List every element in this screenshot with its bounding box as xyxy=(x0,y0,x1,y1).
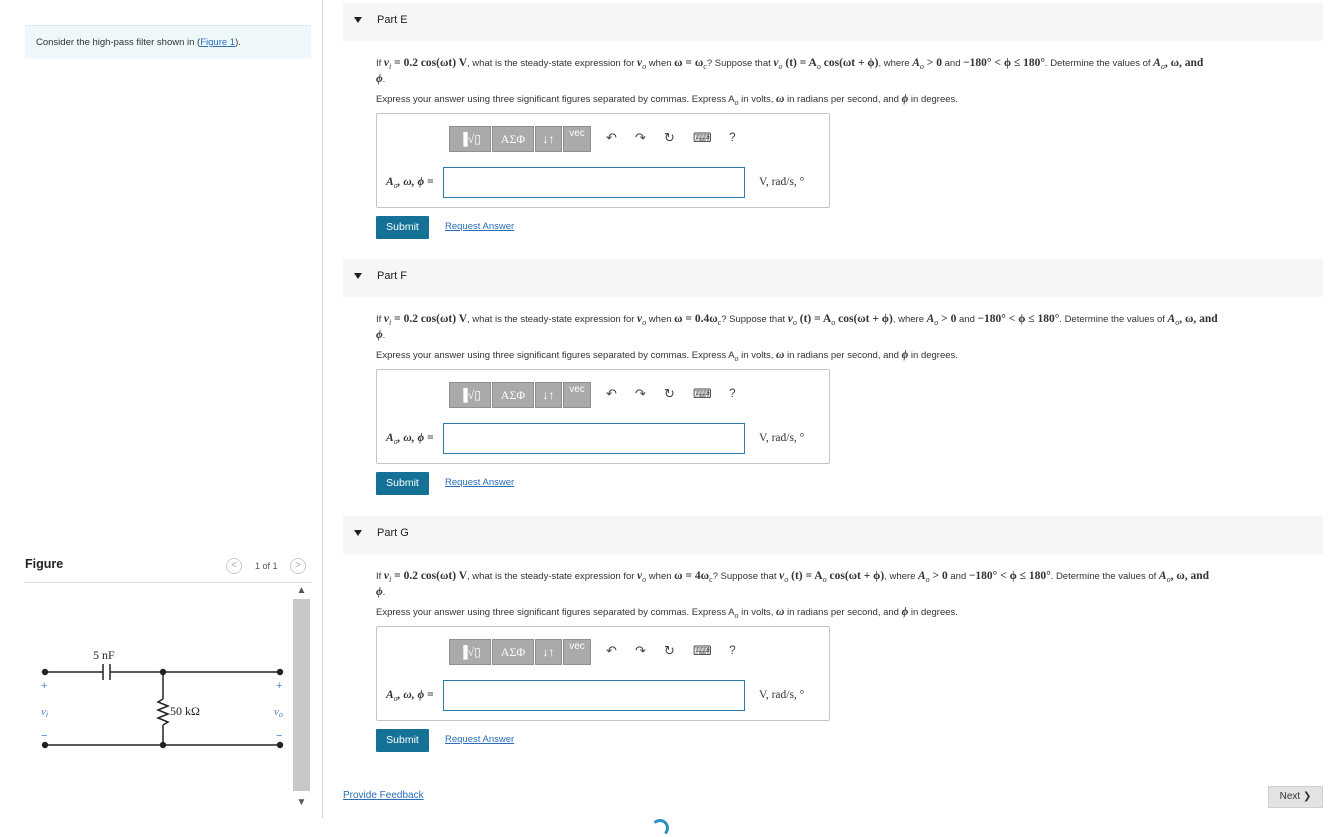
part-title: Part G xyxy=(377,527,409,539)
templates-button[interactable]: ▐√▯ xyxy=(449,382,491,408)
subscript-button[interactable]: ↓↑ xyxy=(535,382,562,408)
vo-label: vo xyxy=(274,706,283,719)
help-icon[interactable]: ? xyxy=(729,643,736,657)
instruction-text: Express your answer using three signific… xyxy=(376,349,958,363)
capacitor-label: 5 nF xyxy=(93,648,115,662)
answer-input[interactable] xyxy=(443,680,745,711)
undo-icon[interactable]: ↶ xyxy=(606,643,617,659)
figure-title: Figure xyxy=(25,557,64,571)
scroll-down-icon[interactable]: ▼ xyxy=(293,795,310,811)
instruction-text: Express your answer using three signific… xyxy=(376,606,958,620)
answer-box: ▐√▯ ΑΣΦ ↓↑ vec ↶ ↷ ↻ ⌨ ? Ao, ω, ϕ = V, r… xyxy=(376,113,830,208)
question-text: If vi = 0.2 cos(ωt) V, what is the stead… xyxy=(376,57,1204,85)
instruction-text: Express your answer using three signific… xyxy=(376,93,958,107)
templates-button[interactable]: ▐√▯ xyxy=(449,639,491,665)
submit-button[interactable]: Submit xyxy=(376,472,429,495)
greek-letters-button[interactable]: ΑΣΦ xyxy=(492,639,534,665)
greek-letters-button[interactable]: ΑΣΦ xyxy=(492,126,534,152)
answer-units: V, rad/s, ° xyxy=(759,689,805,701)
part-header[interactable]: Part G xyxy=(343,516,1323,554)
vector-button[interactable]: vec xyxy=(563,382,591,408)
vo-minus: − xyxy=(276,730,282,742)
next-button[interactable]: Next ❯ xyxy=(1268,786,1323,808)
scrollbar-thumb[interactable] xyxy=(293,599,310,791)
answer-label: Ao, ω, ϕ = xyxy=(386,432,434,447)
part-title: Part F xyxy=(377,270,407,282)
keyboard-icon[interactable]: ⌨ xyxy=(693,643,712,659)
vi-label: vi xyxy=(41,706,48,719)
templates-button[interactable]: ▐√▯ xyxy=(449,126,491,152)
answer-label: Ao, ω, ϕ = xyxy=(386,176,434,191)
figure-header: Figure < 1 of 1 > xyxy=(25,552,311,583)
redo-icon[interactable]: ↷ xyxy=(635,643,646,659)
answer-units: V, rad/s, ° xyxy=(759,432,805,444)
next-figure-icon[interactable]: > xyxy=(290,558,306,574)
column-divider xyxy=(322,0,323,818)
request-answer-link[interactable]: Request Answer xyxy=(445,477,514,488)
intro-text: Consider the high-pass filter shown in ( xyxy=(36,37,201,48)
answer-input[interactable] xyxy=(443,167,745,198)
reset-icon[interactable]: ↻ xyxy=(664,130,675,146)
prev-figure-icon[interactable]: < xyxy=(226,558,242,574)
scroll-up-icon[interactable]: ▲ xyxy=(293,583,310,599)
keyboard-icon[interactable]: ⌨ xyxy=(693,130,712,146)
intro-box: Consider the high-pass filter shown in (… xyxy=(25,25,311,59)
vector-button[interactable]: vec xyxy=(563,639,591,665)
question-text: If vi = 0.2 cos(ωt) V, what is the stead… xyxy=(376,570,1210,598)
reset-icon[interactable]: ↻ xyxy=(664,643,675,659)
undo-icon[interactable]: ↶ xyxy=(606,386,617,402)
circuit-diagram: 5 nF 50 kΩ + vi − + vo − xyxy=(41,648,284,749)
loading-spinner-icon xyxy=(651,819,669,837)
part-header[interactable]: Part E xyxy=(343,3,1323,41)
undo-icon[interactable]: ↶ xyxy=(606,130,617,146)
figure-scrollbar[interactable]: ▲ ▼ xyxy=(293,583,310,813)
question-text: If vi = 0.2 cos(ωt) V, what is the stead… xyxy=(376,313,1218,341)
resistor-label: 50 kΩ xyxy=(170,704,200,718)
answer-box: ▐√▯ ΑΣΦ ↓↑ vec ↶ ↷ ↻ ⌨ ? Ao, ω, ϕ = V, r… xyxy=(376,369,830,464)
collapse-caret-icon[interactable] xyxy=(354,273,362,279)
request-answer-link[interactable]: Request Answer xyxy=(445,221,514,232)
provide-feedback-link[interactable]: Provide Feedback xyxy=(343,790,424,801)
help-icon[interactable]: ? xyxy=(729,130,736,144)
keyboard-icon[interactable]: ⌨ xyxy=(693,386,712,402)
intro-suffix: ). xyxy=(235,37,241,48)
part-title: Part E xyxy=(377,14,408,26)
submit-button[interactable]: Submit xyxy=(376,216,429,239)
subscript-button[interactable]: ↓↑ xyxy=(535,126,562,152)
figure-count: 1 of 1 xyxy=(255,561,278,571)
collapse-caret-icon[interactable] xyxy=(354,530,362,536)
redo-icon[interactable]: ↷ xyxy=(635,130,646,146)
vector-button[interactable]: vec xyxy=(563,126,591,152)
request-answer-link[interactable]: Request Answer xyxy=(445,734,514,745)
answer-box: ▐√▯ ΑΣΦ ↓↑ vec ↶ ↷ ↻ ⌨ ? Ao, ω, ϕ = V, r… xyxy=(376,626,830,721)
subscript-button[interactable]: ↓↑ xyxy=(535,639,562,665)
greek-letters-button[interactable]: ΑΣΦ xyxy=(492,382,534,408)
collapse-caret-icon[interactable] xyxy=(354,17,362,23)
part-header[interactable]: Part F xyxy=(343,259,1323,297)
vi-minus: − xyxy=(41,730,47,742)
redo-icon[interactable]: ↷ xyxy=(635,386,646,402)
submit-button[interactable]: Submit xyxy=(376,729,429,752)
answer-units: V, rad/s, ° xyxy=(759,176,805,188)
help-icon[interactable]: ? xyxy=(729,386,736,400)
vo-plus: + xyxy=(276,680,282,692)
figure-link[interactable]: Figure 1 xyxy=(200,37,235,48)
answer-label: Ao, ω, ϕ = xyxy=(386,689,434,704)
vi-plus: + xyxy=(41,680,47,692)
reset-icon[interactable]: ↻ xyxy=(664,386,675,402)
answer-input[interactable] xyxy=(443,423,745,454)
